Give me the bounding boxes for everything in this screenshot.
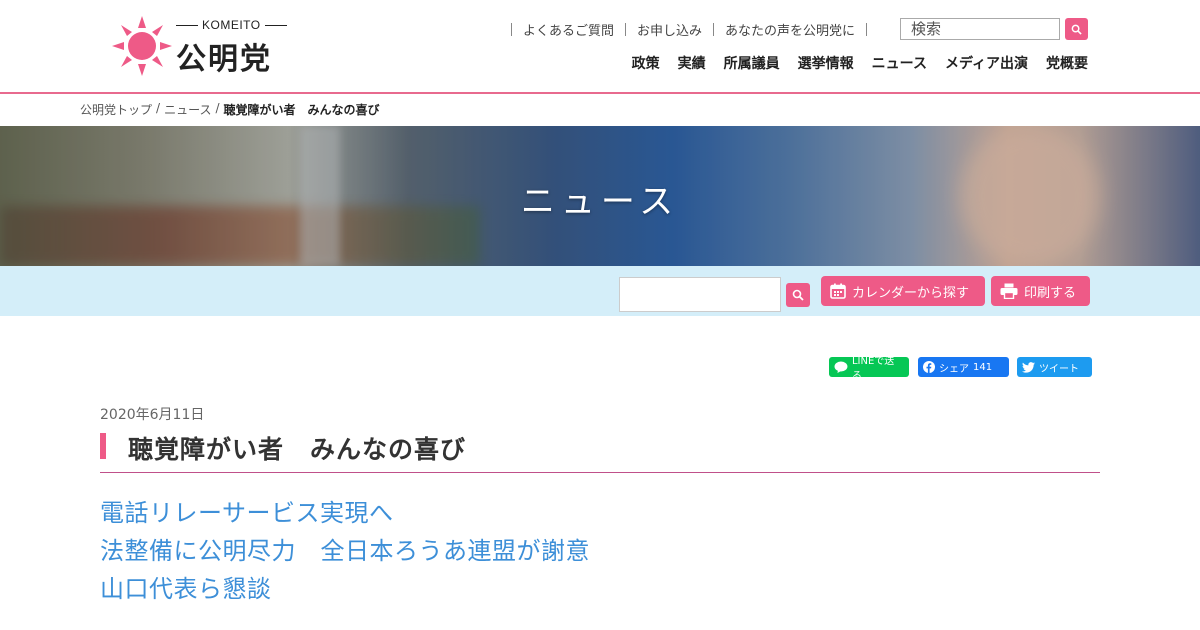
header-divider [0, 92, 1200, 94]
nav-members[interactable]: 所属議員 [724, 53, 780, 73]
facebook-share-button[interactable]: シェア 141 [918, 357, 1009, 377]
news-toolbar: カレンダーから探す 印刷する [0, 266, 1200, 316]
breadcrumb-separator: / [215, 101, 220, 115]
facebook-share-label: シェア [939, 363, 969, 375]
article-subhead: 山口代表ら懇談 [100, 575, 272, 603]
line-logo-icon [834, 361, 848, 373]
hero-banner: ニュース [0, 126, 1200, 266]
header-search-input[interactable]: 検索 [900, 18, 1060, 40]
util-link-voice[interactable]: あなたの声を公明党に [725, 20, 855, 39]
twitter-share-label: ツイート [1039, 363, 1079, 375]
title-divider [100, 472, 1100, 473]
search-icon [1071, 24, 1082, 35]
calendar-button-label: カレンダーから探す [852, 285, 970, 301]
nav-about[interactable]: 党概要 [1046, 53, 1088, 73]
breadcrumb-news[interactable]: ニュース [164, 101, 211, 118]
line-share-label: LINEで送る [851, 356, 895, 382]
main-nav: 政策 実績 所属議員 選挙情報 ニュース メディア出演 党概要 [632, 53, 1088, 73]
news-search-input[interactable] [619, 277, 781, 312]
title-accent-bar [100, 433, 106, 459]
calendar-icon [830, 283, 846, 299]
logo-japanese: 公明党 [176, 42, 272, 77]
breadcrumb-current: 聴覚障がい者 みんなの喜び [223, 103, 380, 117]
article-subhead: 法整備に公明尽力 全日本ろうあ連盟が謝意 [100, 537, 590, 565]
facebook-share-count: 141 [973, 361, 993, 373]
nav-achievements[interactable]: 実績 [678, 53, 706, 73]
breadcrumb-home[interactable]: 公明党トップ [80, 101, 152, 118]
news-search-button[interactable] [786, 283, 810, 307]
printer-icon [1000, 283, 1018, 299]
calendar-search-button[interactable]: カレンダーから探す [821, 276, 985, 306]
line-share-button[interactable]: LINEで送る [829, 356, 909, 382]
nav-policy[interactable]: 政策 [632, 53, 660, 73]
hero-title: ニュース [520, 182, 680, 222]
twitter-share-button[interactable]: ツイート [1017, 357, 1092, 377]
breadcrumb: 公明党トップ / ニュース / 聴覚障がい者 みんなの喜び [80, 101, 380, 118]
facebook-logo-icon [923, 361, 935, 373]
article-subhead: 電話リレーサービス実現へ [100, 499, 394, 527]
util-link-apply[interactable]: お申し込み [637, 20, 702, 39]
sun-logo-icon [112, 16, 172, 76]
print-button[interactable]: 印刷する [991, 276, 1090, 306]
search-icon [792, 289, 804, 301]
breadcrumb-separator: / [156, 101, 161, 115]
utility-nav: よくあるご質問 お申し込み あなたの声を公明党に [500, 20, 878, 39]
komeito-logo[interactable]: KOMEITO 公明党 [112, 14, 292, 77]
article-subheads: 電話リレーサービス実現へ 法整備に公明尽力 全日本ろうあ連盟が謝意 山口代表ら懇… [100, 494, 590, 608]
header-search-button[interactable] [1065, 18, 1088, 40]
util-link-faq[interactable]: よくあるご質問 [523, 20, 614, 39]
article-title: 聴覚障がい者 みんなの喜び [128, 435, 467, 464]
nav-media[interactable]: メディア出演 [945, 53, 1028, 73]
article-date: 2020年6月11日 [100, 407, 205, 423]
logo-english: KOMEITO [176, 18, 287, 32]
nav-news[interactable]: ニュース [872, 53, 927, 73]
nav-elections[interactable]: 選挙情報 [798, 53, 854, 73]
twitter-bird-icon [1022, 361, 1035, 373]
print-button-label: 印刷する [1024, 285, 1077, 301]
site-header: KOMEITO 公明党 よくあるご質問 お申し込み あなたの声を公明党に 検索 … [0, 0, 1200, 92]
